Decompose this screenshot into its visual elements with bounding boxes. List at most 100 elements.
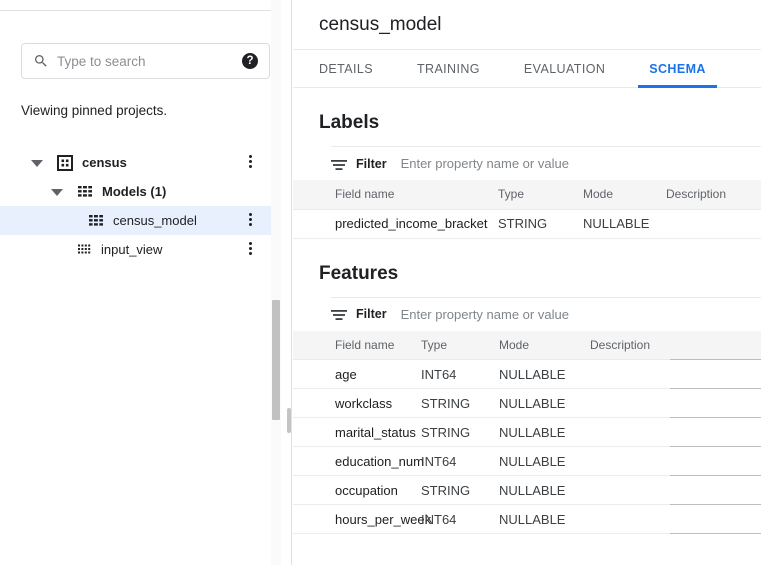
sidebar-scrollbar-track[interactable] xyxy=(271,0,281,565)
sidebar-top-divider xyxy=(0,10,280,11)
column-header-type[interactable]: Type xyxy=(421,330,499,360)
features-filter-label: Filter xyxy=(356,307,387,321)
column-header-extra[interactable] xyxy=(670,330,761,360)
column-header-mode[interactable]: Mode xyxy=(499,330,590,360)
labels-table: Field name Type Mode Description predict… xyxy=(293,180,761,239)
help-icon[interactable]: ? xyxy=(242,53,258,69)
tree-item-input-view[interactable]: input_view xyxy=(0,235,280,264)
table-header-row: Field name Type Mode Description xyxy=(293,330,761,360)
cell-field-name: workclass xyxy=(293,388,421,418)
cell-description xyxy=(590,475,670,505)
labels-filter-input[interactable]: Enter property name or value xyxy=(401,156,569,171)
cell-description xyxy=(590,446,670,476)
cell-type: STRING xyxy=(421,388,499,418)
cell-field-name: occupation xyxy=(293,475,421,505)
cell-mode: NULLABLE xyxy=(499,446,590,476)
search-box[interactable]: ? xyxy=(21,43,270,79)
model-details-panel: census_model DETAILS TRAINING EVALUATION… xyxy=(293,0,761,565)
title-bar: census_model xyxy=(293,0,761,50)
more-options-icon[interactable] xyxy=(242,154,258,171)
sidebar-scrollbar-thumb[interactable] xyxy=(272,300,280,420)
cell-description xyxy=(666,209,761,239)
cell-type: INT64 xyxy=(421,504,499,534)
tab-evaluation[interactable]: EVALUATION xyxy=(524,50,605,87)
filter-icon xyxy=(331,308,347,320)
tree-item-census[interactable]: census xyxy=(0,148,280,177)
cell-field-name: education_num xyxy=(293,446,424,476)
models-table-icon xyxy=(77,184,93,200)
cell-type: STRING xyxy=(498,209,583,239)
tab-details[interactable]: DETAILS xyxy=(319,50,373,87)
features-filter-bar[interactable]: Filter Enter property name or value xyxy=(331,296,761,331)
table-row[interactable]: hours_per_week INT64 NULLABLE xyxy=(293,504,761,534)
table-row[interactable]: workclass STRING NULLABLE xyxy=(293,388,761,418)
tab-training[interactable]: TRAINING xyxy=(417,50,480,87)
cell-extra xyxy=(670,475,761,505)
cell-field-name: hours_per_week xyxy=(293,504,431,534)
cell-field-name: age xyxy=(293,359,421,389)
schema-body: Labels Filter Enter property name or val… xyxy=(293,112,761,534)
view-grid-icon xyxy=(76,242,92,258)
cell-field-name: marital_status xyxy=(293,417,421,447)
model-table-icon xyxy=(88,213,104,229)
cell-description xyxy=(590,359,670,389)
column-header-description[interactable]: Description xyxy=(590,330,670,360)
cell-description xyxy=(590,417,670,447)
tree-item-label: census_model xyxy=(113,213,197,228)
cell-mode: NULLABLE xyxy=(499,504,590,534)
project-tree: census Models (1) census_model input_vie… xyxy=(0,148,280,264)
more-options-icon[interactable] xyxy=(242,241,258,258)
labels-section-title: Labels xyxy=(319,112,380,133)
table-row[interactable]: predicted_income_bracket STRING NULLABLE xyxy=(293,209,761,239)
tree-item-label: input_view xyxy=(101,242,163,257)
table-header-row: Field name Type Mode Description xyxy=(293,180,761,210)
tree-item-models[interactable]: Models (1) xyxy=(0,177,280,206)
cell-type: INT64 xyxy=(421,359,499,389)
search-input[interactable] xyxy=(57,53,242,69)
cell-field-name: predicted_income_bracket xyxy=(293,209,498,239)
cell-mode: NULLABLE xyxy=(499,359,590,389)
filter-icon xyxy=(331,158,347,170)
project-icon xyxy=(57,154,73,171)
page-title: census_model xyxy=(319,13,442,35)
features-section-title: Features xyxy=(319,262,399,284)
tree-item-census-model[interactable]: census_model xyxy=(0,206,280,235)
cell-mode: NULLABLE xyxy=(499,417,590,447)
column-header-type[interactable]: Type xyxy=(498,180,583,210)
cell-type: STRING xyxy=(421,417,499,447)
tree-scrollbar-thumb[interactable] xyxy=(287,408,291,433)
column-header-mode[interactable]: Mode xyxy=(583,180,666,210)
cell-extra xyxy=(670,359,761,389)
expand-caret-icon[interactable] xyxy=(30,156,44,170)
column-header-field-name[interactable]: Field name xyxy=(293,180,498,210)
cell-extra xyxy=(670,417,761,447)
tree-item-label: census xyxy=(82,155,127,170)
table-row[interactable]: age INT64 NULLABLE xyxy=(293,359,761,389)
expand-caret-icon[interactable] xyxy=(50,185,64,199)
column-header-field-name[interactable]: Field name xyxy=(293,330,421,360)
features-filter-input[interactable]: Enter property name or value xyxy=(401,307,569,322)
projects-sidebar: ? Viewing pinned projects. census xyxy=(0,0,292,565)
column-header-description[interactable]: Description xyxy=(666,180,761,210)
labels-filter-bar[interactable]: Filter Enter property name or value xyxy=(331,146,761,180)
pinned-projects-note: Viewing pinned projects. xyxy=(21,103,168,118)
labels-filter-label: Filter xyxy=(356,156,387,171)
table-row[interactable]: marital_status STRING NULLABLE xyxy=(293,417,761,447)
cell-mode: NULLABLE xyxy=(499,388,590,418)
cell-description xyxy=(590,388,670,418)
tree-item-label: Models (1) xyxy=(102,184,167,199)
cell-description xyxy=(590,504,670,534)
search-icon xyxy=(33,53,49,69)
tab-schema[interactable]: SCHEMA xyxy=(638,50,717,88)
more-options-icon[interactable] xyxy=(242,212,258,229)
cell-extra xyxy=(670,446,761,476)
table-row[interactable]: education_num INT64 NULLABLE xyxy=(293,446,761,476)
cell-type: STRING xyxy=(421,475,499,505)
cell-extra xyxy=(670,388,761,418)
cell-extra xyxy=(670,504,761,534)
tab-bar: DETAILS TRAINING EVALUATION SCHEMA xyxy=(293,50,761,88)
cell-mode: NULLABLE xyxy=(499,475,590,505)
features-table: Field name Type Mode Description age INT6… xyxy=(293,330,761,534)
cell-mode: NULLABLE xyxy=(583,209,666,239)
table-row[interactable]: occupation STRING NULLABLE xyxy=(293,475,761,505)
